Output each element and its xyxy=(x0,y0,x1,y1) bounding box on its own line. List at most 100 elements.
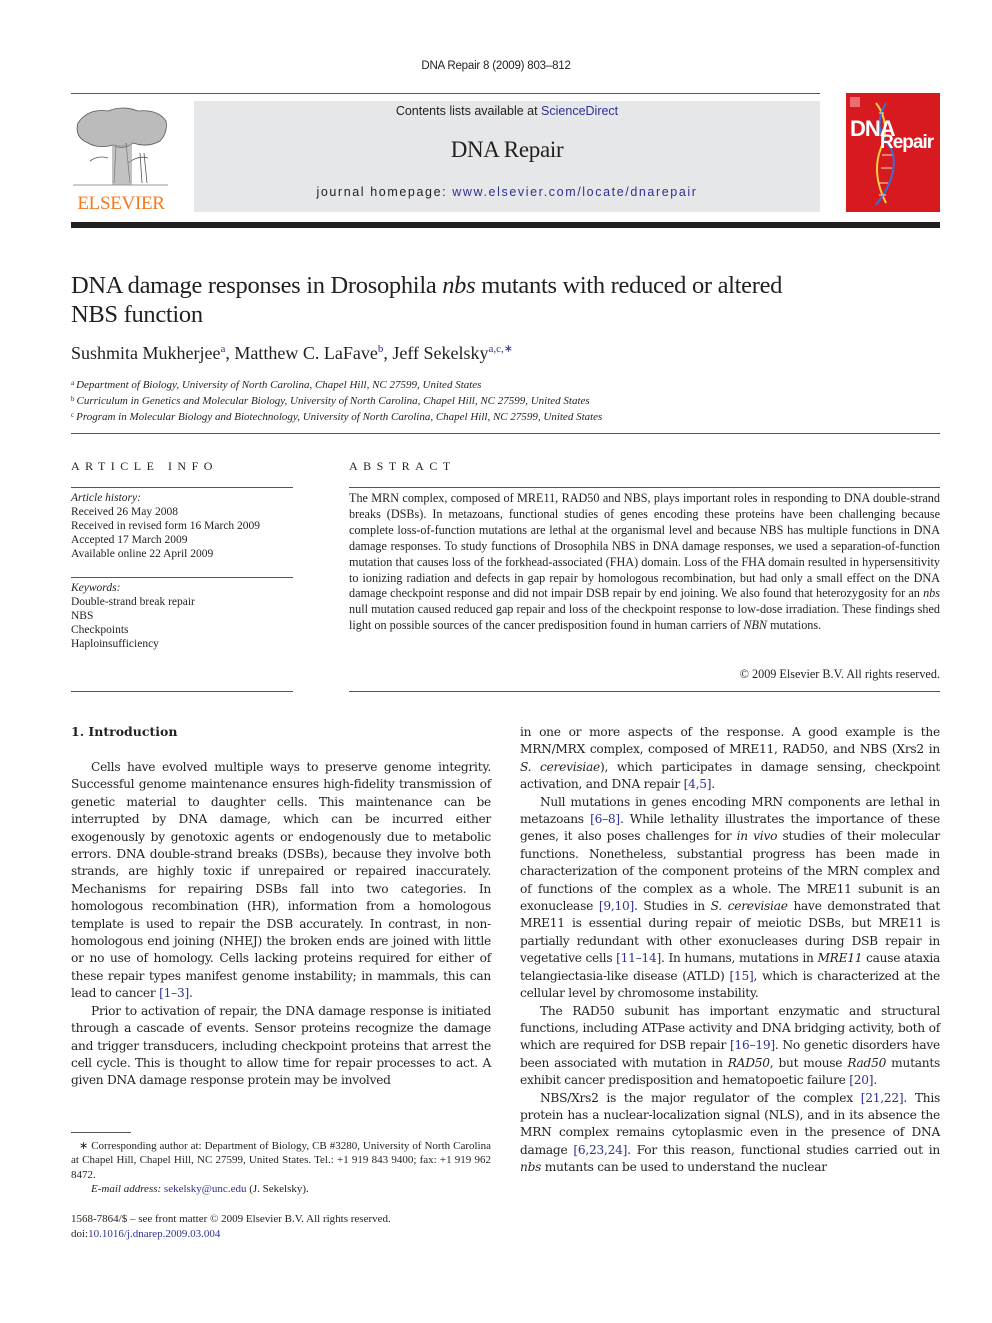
email-link[interactable]: sekelsky@unc.edu xyxy=(164,1183,247,1195)
citation-link[interactable]: [21,22] xyxy=(861,1091,904,1105)
sciencedirect-link[interactable]: ScienceDirect xyxy=(541,104,618,118)
affiliation-item: a Department of Biology, University of No… xyxy=(71,376,602,392)
footnote-text: Corresponding author at: Department of B… xyxy=(71,1140,491,1181)
footnote-rule xyxy=(71,1132,131,1133)
history-item: Accepted 17 March 2009 xyxy=(71,534,188,546)
paragraph-text: in one or more aspects of the response. … xyxy=(520,725,940,757)
paragraph-text: . In humans, mutations in xyxy=(661,951,818,966)
paragraph-text: . Studies in xyxy=(633,899,711,914)
author-affil-link[interactable]: a,c,∗ xyxy=(489,343,513,355)
citation-link[interactable]: [1–3] xyxy=(159,986,189,1000)
citation-link[interactable]: [9,10] xyxy=(599,899,634,913)
divider xyxy=(71,433,940,434)
citation-link[interactable]: [20] xyxy=(849,1073,873,1087)
divider xyxy=(349,487,940,488)
affiliation-text: Department of Biology, University of Nor… xyxy=(76,379,482,391)
affiliation-mark: c xyxy=(71,411,75,419)
italic-text: Rad50 xyxy=(847,1055,887,1070)
footnote-address: ∗ Corresponding author at: Department of… xyxy=(71,1139,491,1182)
email-suffix: (J. Sekelsky). xyxy=(246,1183,309,1196)
affiliation-text: Curriculum in Genetics and Molecular Bio… xyxy=(76,395,590,407)
front-matter: 1568-7864/$ – see front matter © 2009 El… xyxy=(71,1212,391,1242)
tree-icon xyxy=(73,107,168,186)
running-head: DNA Repair 8 (2009) 803–812 xyxy=(421,60,571,72)
divider xyxy=(71,487,293,488)
divider xyxy=(349,691,940,692)
title-part1: DNA damage responses in Drosophila xyxy=(71,272,443,299)
italic-text: RAD50 xyxy=(727,1055,770,1070)
paragraph: The RAD50 subunit has important enzymati… xyxy=(520,1003,940,1090)
keywords-label: Keywords: xyxy=(71,582,121,594)
doi-label: doi: xyxy=(71,1228,89,1240)
divider xyxy=(71,691,293,692)
citation-link[interactable]: [11–14] xyxy=(616,951,661,965)
paragraph-text: . xyxy=(188,986,193,1001)
corresponding-author-footnote: ∗ Corresponding author at: Department of… xyxy=(71,1139,491,1197)
history-item: Available online 22 April 2009 xyxy=(71,548,214,560)
journal-cover: DNA Repair xyxy=(846,93,940,212)
paragraph: in one or more aspects of the response. … xyxy=(520,724,940,794)
author-name[interactable]: Sushmita Mukherjee xyxy=(71,343,220,363)
italic-text: S. cerevisiae xyxy=(520,759,601,774)
affiliation-item: b Curriculum in Genetics and Molecular Bi… xyxy=(71,392,602,408)
history-item: Received in revised form 16 March 2009 xyxy=(71,520,261,532)
abstract-heading: ABSTRACT xyxy=(349,459,456,473)
contents-line: Contents lists available at ScienceDirec… xyxy=(194,104,820,118)
author-name[interactable]: Jeff Sekelsky xyxy=(392,343,488,363)
footnote-star: ∗ xyxy=(79,1140,89,1152)
section-heading-introduction: 1. Introduction xyxy=(71,724,178,739)
footnote-email: E-mail address: sekelsky@unc.edu (J. Sek… xyxy=(71,1182,491,1196)
affiliation-mark: b xyxy=(71,395,75,403)
abstract-italic: NBN xyxy=(743,618,768,633)
paragraph: NBS/Xrs2 is the major regulator of the c… xyxy=(520,1090,940,1177)
contents-prefix: Contents lists available at xyxy=(395,104,542,118)
header-rule xyxy=(71,93,820,94)
elsevier-wordmark: ELSEVIER xyxy=(77,193,165,214)
right-column: in one or more aspects of the response. … xyxy=(520,724,940,1177)
doi-link[interactable]: 10.1016/j.dnarep.2009.03.004 xyxy=(88,1228,220,1240)
abstract-text: The MRN complex, composed of MRE11, RAD5… xyxy=(349,491,940,601)
paragraph-text: Prior to activation of repair, the DNA d… xyxy=(71,1003,491,1088)
citation-link[interactable]: [15] xyxy=(729,969,753,983)
homepage-prefix: journal homepage: xyxy=(316,185,453,199)
paragraph: Cells have evolved multiple ways to pres… xyxy=(71,759,491,1003)
paragraph-text: mutants can be used to understand the nu… xyxy=(541,1160,827,1175)
affiliation-text: Program in Molecular Biology and Biotech… xyxy=(76,411,603,423)
author-name[interactable]: Matthew C. LaFave xyxy=(234,343,377,363)
homepage-line: journal homepage: www.elsevier.com/locat… xyxy=(194,185,820,199)
abstract-italic: nbs xyxy=(923,586,940,601)
paragraph-text: Cells have evolved multiple ways to pres… xyxy=(71,760,491,1001)
abstract-body: The MRN complex, composed of MRE11, RAD5… xyxy=(349,491,940,634)
paragraph-text: , but mouse xyxy=(769,1055,848,1070)
citation-link[interactable]: [6–8] xyxy=(590,812,620,826)
abstract-text: mutations. xyxy=(767,618,822,633)
citation-link[interactable]: [6,23,24] xyxy=(573,1143,627,1157)
affiliation-item: c Program in Molecular Biology and Biotec… xyxy=(71,408,602,424)
keyword-item: Haploinsufficiency xyxy=(71,638,159,650)
article-title: DNA damage responses in Drosophila nbs m… xyxy=(71,272,811,329)
title-italic: nbs xyxy=(442,272,476,299)
abstract-copyright: © 2009 Elsevier B.V. All rights reserved… xyxy=(739,667,940,681)
author-list: Sushmita Mukherjeea, Matthew C. LaFaveb,… xyxy=(71,343,513,363)
header-thick-rule xyxy=(71,222,940,228)
paragraph-text: NBS/Xrs2 is the major regulator of the c… xyxy=(540,1090,861,1105)
italic-text: in vivo xyxy=(736,829,778,844)
homepage-link[interactable]: www.elsevier.com/locate/dnarepair xyxy=(452,185,697,199)
affiliations: a Department of Biology, University of No… xyxy=(71,376,602,424)
author-affil-link[interactable]: a xyxy=(220,343,225,355)
doi-line: doi:10.1016/j.dnarep.2009.03.004 xyxy=(71,1227,391,1242)
article-history: Article history: Received 26 May 2008 Re… xyxy=(71,491,293,561)
italic-text: S. cerevisiae xyxy=(710,899,788,914)
citation-link[interactable]: [16–19] xyxy=(730,1038,775,1052)
paragraph-text: . For this reason, functional studies ca… xyxy=(627,1142,940,1157)
citation-link[interactable]: [4,5] xyxy=(684,777,712,791)
journal-name: DNA Repair xyxy=(450,137,564,162)
keywords: Keywords: Double-strand break repair NBS… xyxy=(71,581,293,651)
divider xyxy=(71,577,293,578)
keyword-item: Double-strand break repair xyxy=(71,596,195,608)
email-label: E-mail address: xyxy=(91,1183,164,1196)
author-affil-link[interactable]: b xyxy=(378,343,384,355)
history-label: Article history: xyxy=(71,492,141,504)
paragraph-text: . xyxy=(873,1073,877,1088)
journal-banner: Contents lists available at ScienceDirec… xyxy=(194,101,820,212)
